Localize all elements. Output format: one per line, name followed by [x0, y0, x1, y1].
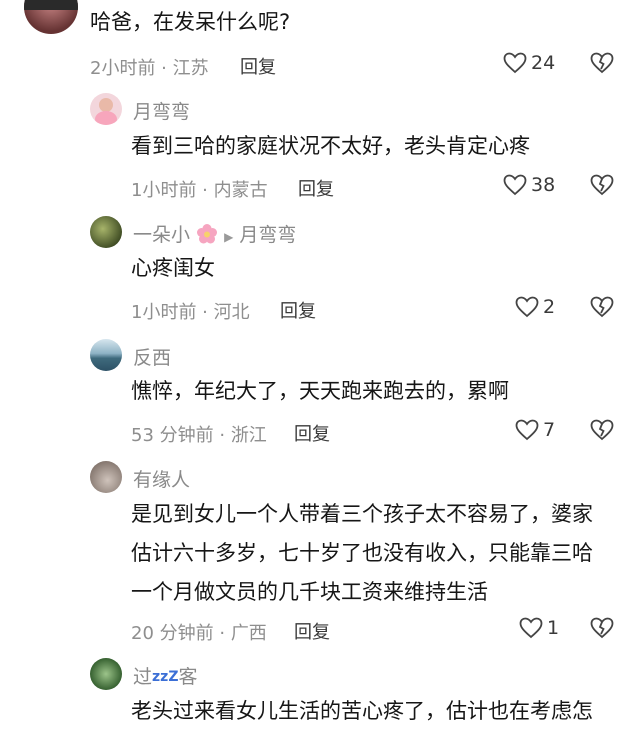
avatar[interactable] [90, 339, 122, 371]
avatar[interactable] [90, 658, 122, 690]
like-button[interactable]: 24 [503, 52, 555, 74]
comment-location: 浙江 [230, 425, 267, 446]
avatar[interactable] [90, 216, 122, 248]
avatar[interactable] [90, 93, 122, 125]
like-button[interactable]: 7 [515, 419, 555, 441]
comment-text: 心疼闺女 [131, 256, 215, 280]
commenter-name[interactable]: 一朵小 ▶ 月弯弯 [133, 220, 296, 247]
reply-button[interactable]: 回复 [298, 175, 334, 201]
reply-button[interactable]: 回复 [294, 420, 330, 446]
like-button[interactable]: 38 [503, 174, 555, 196]
avatar[interactable] [24, 0, 78, 34]
comment-time: 20 分钟前 [131, 623, 214, 644]
like-count: 2 [543, 296, 556, 318]
comment-meta: 20 分钟前 · 广西 [131, 623, 267, 644]
like-count: 1 [547, 617, 560, 639]
commenter-name[interactable]: 反西 [133, 343, 171, 370]
commenter-name[interactable]: 月弯弯 [133, 97, 190, 124]
heart-outline-icon [515, 296, 539, 318]
reply-button[interactable]: 回复 [240, 53, 276, 79]
comment-meta: 1小时前 · 河北 [131, 302, 250, 323]
broken-heart-icon[interactable] [590, 174, 614, 196]
comment-text-line: 一个月做文员的几千块工资来维持生活 [131, 580, 488, 604]
comment-location: 河北 [213, 302, 250, 323]
comment-text: 老头过来看女儿生活的苦心疼了，估计也在考虑怎 [131, 699, 593, 723]
comment-text-line: 是见到女儿一个人带着三个孩子太不容易了，婆家 [131, 502, 593, 526]
reply-button[interactable]: 回复 [280, 297, 316, 323]
commenter-name[interactable]: 过zzZ客 [133, 662, 197, 689]
comment-text: 憔悴，年纪大了，天天跑来跑去的，累啊 [131, 379, 509, 403]
broken-heart-icon[interactable] [590, 52, 614, 74]
avatar[interactable] [90, 461, 122, 493]
broken-heart-icon[interactable] [590, 296, 614, 318]
comment-meta: 1小时前 · 内蒙古 [131, 180, 268, 201]
comment-time: 2小时前 [90, 58, 156, 79]
reply-button[interactable]: 回复 [294, 618, 330, 644]
like-button[interactable]: 1 [519, 617, 559, 639]
heart-outline-icon [515, 419, 539, 441]
comment-text: 看到三哈的家庭状况不太好，老头肯定心疼 [131, 134, 530, 158]
heart-outline-icon [503, 174, 527, 196]
like-count: 24 [531, 52, 556, 74]
reply-to-name[interactable]: 月弯弯 [239, 224, 296, 246]
heart-outline-icon [503, 52, 527, 74]
like-count: 38 [531, 174, 556, 196]
broken-heart-icon[interactable] [590, 617, 614, 639]
like-button[interactable]: 2 [515, 296, 555, 318]
broken-heart-icon[interactable] [590, 419, 614, 441]
comment-location: 广西 [230, 623, 267, 644]
comment-meta: 2小时前 · 江苏 [90, 58, 209, 79]
commenter-name[interactable]: 有缘人 [133, 465, 190, 492]
comment-time: 1小时前 [131, 180, 197, 201]
reply-arrow-icon: ▶ [224, 230, 234, 244]
comment-location: 内蒙古 [213, 180, 268, 201]
comment-time: 53 分钟前 [131, 425, 214, 446]
flower-emoji [197, 224, 218, 244]
comment-text-line: 估计六十多岁，七十岁了也没有收入，只能靠三哈 [131, 541, 593, 565]
heart-outline-icon [519, 617, 543, 639]
comment-text: 哈爸，在发呆什么呢? [90, 10, 291, 34]
comment-time: 1小时前 [131, 302, 197, 323]
comment-meta: 53 分钟前 · 浙江 [131, 425, 267, 446]
like-count: 7 [543, 419, 556, 441]
comment-location: 江苏 [172, 58, 209, 79]
